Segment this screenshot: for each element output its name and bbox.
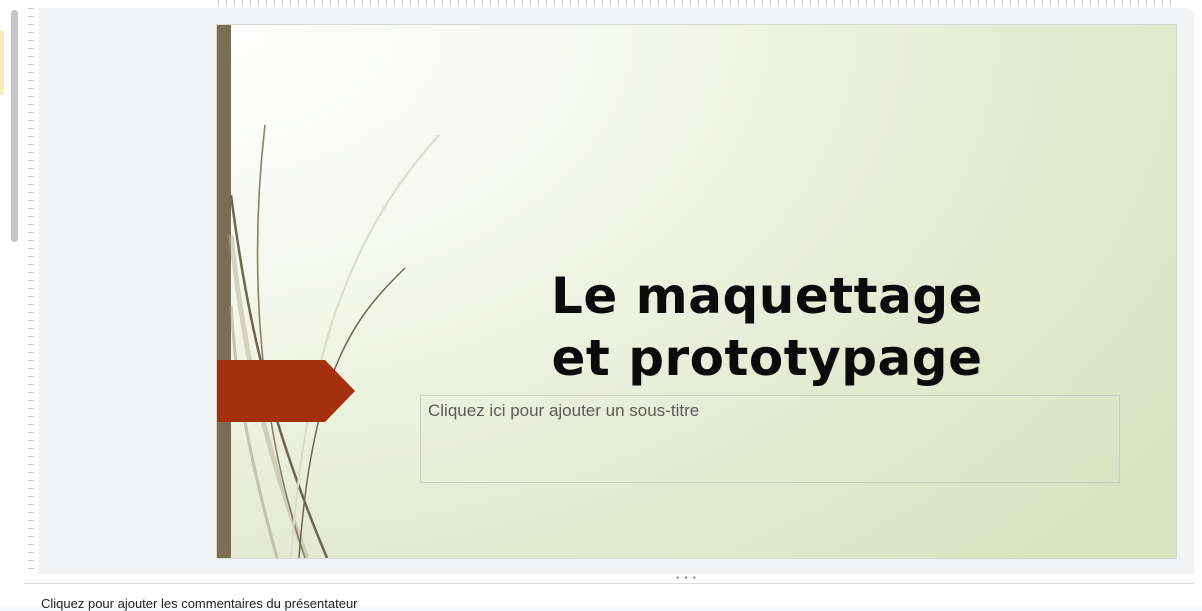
vertical-scrollbar[interactable] [11, 10, 18, 242]
more-horiz-icon[interactable]: • • • [676, 574, 697, 584]
notes-divider[interactable] [24, 583, 1194, 584]
vertical-ruler [24, 8, 40, 574]
editor-frame: Le maquettage et prototypage Cliquez ici… [0, 0, 1202, 611]
slide-title[interactable]: Le maquettage et prototypage [507, 265, 1027, 389]
slide[interactable]: Le maquettage et prototypage Cliquez ici… [217, 25, 1176, 558]
subtitle-placeholder[interactable]: Cliquez ici pour ajouter un sous-titre [420, 395, 1120, 483]
speaker-notes[interactable]: Cliquez pour ajouter les commentaires du… [41, 596, 358, 611]
subtitle-placeholder-text: Cliquez ici pour ajouter un sous-titre [428, 401, 700, 420]
side-panel-edge [0, 30, 4, 95]
arrow-shape [217, 360, 355, 422]
